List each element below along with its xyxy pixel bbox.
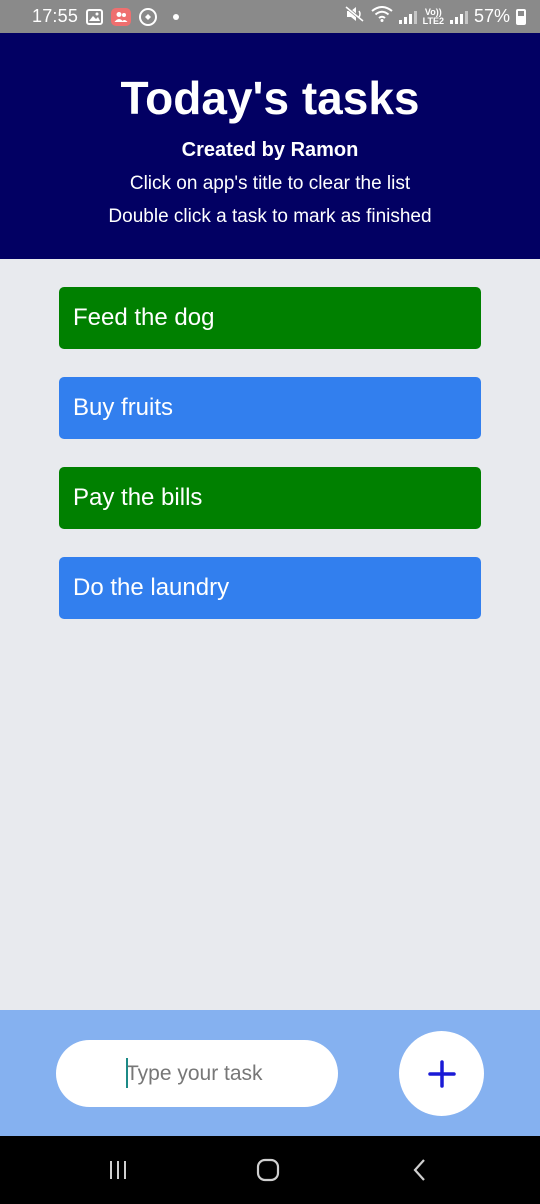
task-label: Buy fruits: [73, 394, 174, 421]
author-credit: Created by Ramon: [181, 139, 359, 161]
plus-icon: [427, 1059, 456, 1088]
home-button[interactable]: [248, 1154, 288, 1186]
back-button[interactable]: [400, 1154, 440, 1186]
wifi-icon: [371, 6, 393, 27]
mute-icon: [344, 5, 365, 27]
task-label: Feed the dog: [73, 304, 215, 331]
task-label: Do the laundry: [73, 574, 230, 601]
task-item[interactable]: Buy fruits: [59, 377, 481, 439]
circle-icon: [139, 7, 158, 26]
hint-clear-list: Click on app's title to clear the list: [129, 173, 411, 194]
add-task-button[interactable]: [399, 1031, 484, 1116]
recent-apps-button[interactable]: [98, 1154, 138, 1186]
task-list: Feed the dog Buy fruits Pay the bills Do…: [59, 287, 481, 647]
people-icon: [111, 7, 132, 26]
app-title[interactable]: Today's tasks: [0, 33, 540, 125]
task-input[interactable]: [56, 1040, 338, 1107]
home-icon: [256, 1158, 280, 1182]
task-label: Pay the bills: [73, 484, 203, 511]
status-time: 17:55: [32, 6, 79, 26]
signal-icon: [449, 10, 468, 24]
task-item[interactable]: Feed the dog: [59, 287, 481, 349]
app-header: Today's tasks Created by Ramon Click on …: [0, 33, 540, 259]
dot-icon: [173, 13, 180, 20]
text-caret: [126, 1058, 128, 1088]
recent-apps-icon: [110, 1161, 126, 1179]
back-icon: [413, 1159, 425, 1181]
status-left: 17:55: [32, 6, 180, 27]
signal-icon: [398, 10, 417, 24]
input-bar: [0, 1010, 540, 1136]
status-right: Vo)) LTE2 57%: [344, 5, 526, 27]
task-item[interactable]: Pay the bills: [59, 467, 481, 529]
volte-label: Vo)) LTE2: [422, 6, 444, 26]
gallery-icon: [86, 8, 104, 25]
android-nav-bar: [0, 1136, 540, 1204]
battery-icon: [516, 8, 526, 25]
task-item[interactable]: Do the laundry: [59, 557, 481, 619]
status-bar: 17:55 Vo)) LTE2 57%: [0, 0, 540, 33]
hint-mark-finished: Double click a task to mark as finished: [108, 206, 432, 227]
battery-percent: 57%: [473, 6, 510, 26]
